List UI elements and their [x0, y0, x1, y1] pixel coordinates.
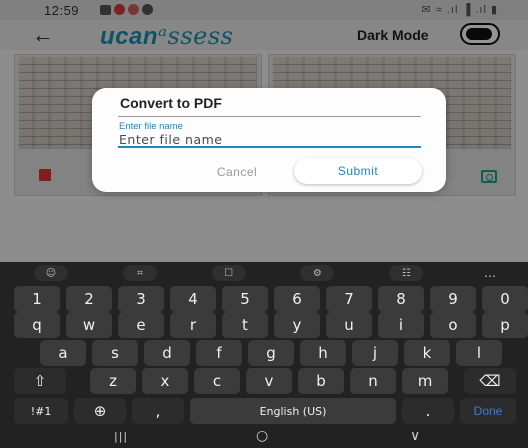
key-n[interactable]: n: [350, 368, 396, 394]
field-divider: [118, 116, 421, 117]
key-i[interactable]: i: [378, 312, 424, 338]
key-k[interactable]: k: [404, 340, 450, 366]
key-1[interactable]: 1: [14, 286, 60, 312]
key-f[interactable]: f: [196, 340, 242, 366]
key-0[interactable]: 0: [482, 286, 528, 312]
key-u[interactable]: u: [326, 312, 372, 338]
backspace-key[interactable]: ⌫: [464, 368, 516, 394]
key-5[interactable]: 5: [222, 286, 268, 312]
key-w[interactable]: w: [66, 312, 112, 338]
submit-button[interactable]: Submit: [294, 158, 422, 184]
number-row: 1234567890: [0, 286, 528, 312]
keyboard-toolbar: ☺ ⌗ ☐ ⚙ ☷ …: [0, 262, 528, 284]
letter-row-2: asdfghjkl: [0, 340, 528, 366]
key-r[interactable]: r: [170, 312, 216, 338]
clipboard-icon[interactable]: ☐: [211, 265, 246, 281]
key-a[interactable]: a: [40, 340, 86, 366]
key-j[interactable]: j: [352, 340, 398, 366]
key-x[interactable]: x: [142, 368, 188, 394]
period-key[interactable]: .: [402, 398, 454, 424]
key-e[interactable]: e: [118, 312, 164, 338]
nav-back-button[interactable]: ∨: [410, 428, 420, 444]
convert-pdf-dialog: Convert to PDF Enter file name Cancel Su…: [92, 88, 446, 192]
key-p[interactable]: p: [482, 312, 528, 338]
sticker-icon[interactable]: ⌗: [122, 265, 157, 281]
soft-keyboard: ☺ ⌗ ☐ ⚙ ☷ … 1234567890 qwertyuiop asdfgh…: [0, 262, 528, 448]
key-m[interactable]: m: [402, 368, 448, 394]
key-c[interactable]: c: [194, 368, 240, 394]
key-6[interactable]: 6: [274, 286, 320, 312]
shift-key[interactable]: ⇧: [14, 368, 66, 394]
symbols-key[interactable]: !#1: [14, 398, 68, 424]
done-key[interactable]: Done: [460, 398, 516, 424]
comma-key[interactable]: ,: [132, 398, 184, 424]
file-name-field[interactable]: Enter file name: [118, 118, 421, 148]
key-q[interactable]: q: [14, 312, 60, 338]
key-h[interactable]: h: [300, 340, 346, 366]
key-3[interactable]: 3: [118, 286, 164, 312]
key-8[interactable]: 8: [378, 286, 424, 312]
key-v[interactable]: v: [246, 368, 292, 394]
key-b[interactable]: b: [298, 368, 344, 394]
app-screen: 12:59 ✉ ≈ .ıl ▐ .ıl ▮ ← ucanᵃssess Dark …: [0, 0, 528, 262]
key-l[interactable]: l: [456, 340, 502, 366]
system-nav-bar: ||| ○ ∨: [0, 428, 528, 448]
key-9[interactable]: 9: [430, 286, 476, 312]
key-4[interactable]: 4: [170, 286, 216, 312]
globe-icon[interactable]: ⊕: [74, 398, 126, 424]
file-name-input[interactable]: [118, 131, 418, 147]
cancel-button[interactable]: Cancel: [192, 160, 282, 184]
home-button[interactable]: ○: [256, 428, 268, 444]
key-g[interactable]: g: [248, 340, 294, 366]
settings-icon[interactable]: ⚙: [300, 265, 335, 281]
more-options-icon[interactable]: …: [478, 265, 502, 281]
key-t[interactable]: t: [222, 312, 268, 338]
space-key[interactable]: English (US): [190, 398, 396, 424]
key-2[interactable]: 2: [66, 286, 112, 312]
key-o[interactable]: o: [430, 312, 476, 338]
key-z[interactable]: z: [90, 368, 136, 394]
letter-row-3: ⇧ ⌫ zxcvbnm: [0, 368, 528, 394]
dialog-title: Convert to PDF: [120, 95, 222, 111]
bottom-row: !#1 ⊕ , English (US) . Done: [0, 398, 528, 424]
emoji-icon[interactable]: ☺: [34, 265, 68, 281]
key-7[interactable]: 7: [326, 286, 372, 312]
translate-icon[interactable]: ☷: [389, 265, 424, 281]
key-s[interactable]: s: [92, 340, 138, 366]
recents-button[interactable]: |||: [114, 430, 128, 443]
letter-row-1: qwertyuiop: [0, 312, 528, 338]
key-d[interactable]: d: [144, 340, 190, 366]
key-y[interactable]: y: [274, 312, 320, 338]
